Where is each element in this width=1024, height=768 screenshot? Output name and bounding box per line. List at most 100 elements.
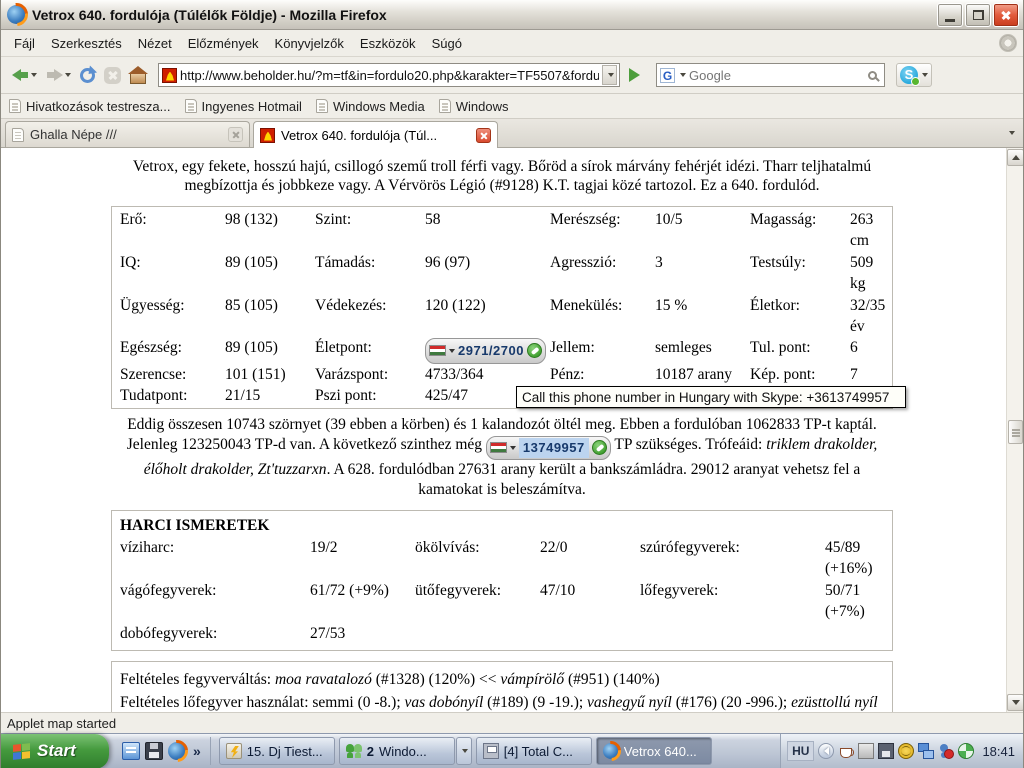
windows-taskbar: Start » 15. Dj Tiest... 2Windo... [4] To… xyxy=(1,733,1023,768)
stat-label: Merészség: xyxy=(550,209,655,252)
forward-button[interactable] xyxy=(43,60,74,90)
total-commander-launch-icon[interactable] xyxy=(145,742,163,760)
bookmark-page-icon xyxy=(9,99,21,113)
chevron-down-icon[interactable] xyxy=(449,349,455,353)
stat-value: 4733/364 xyxy=(425,364,550,385)
character-sheet: Vetrox, egy fekete, hosszú hajú, csillog… xyxy=(111,148,893,712)
tab-close-icon[interactable] xyxy=(476,128,491,143)
status-bar: Applet map started xyxy=(1,712,1023,733)
window-title: Vetrox 640. fordulója (Túlélők Földje) -… xyxy=(32,7,931,23)
stat-value: 98 (132) xyxy=(225,209,315,252)
bookmark-item-windows[interactable]: Windows xyxy=(439,99,509,114)
stat-label: Magasság: xyxy=(750,209,850,252)
bookmark-item-windows-media[interactable]: Windows Media xyxy=(316,99,425,114)
quick-launch-overflow-chevron[interactable]: » xyxy=(191,743,203,759)
tab-vetrox-fordulo[interactable]: Vetrox 640. fordulója (Túl... xyxy=(253,121,498,148)
update-tray-icon[interactable] xyxy=(958,743,974,759)
java-tray-icon[interactable] xyxy=(838,743,854,759)
stat-label: Támadás: xyxy=(315,252,425,295)
vertical-scrollbar[interactable] xyxy=(1006,148,1023,712)
minimize-button[interactable] xyxy=(937,3,963,27)
stat-value: 10/5 xyxy=(655,209,750,252)
chevron-down-icon[interactable] xyxy=(510,446,516,450)
bookmark-item-hivatkozasok[interactable]: Hivatkozások testresza... xyxy=(9,99,171,114)
hp-skype-widget[interactable]: 2971/2700 xyxy=(425,337,550,363)
window-tray-icon[interactable] xyxy=(858,743,874,759)
close-button[interactable] xyxy=(993,3,1019,27)
skype-call-icon[interactable] xyxy=(527,343,542,358)
skill-label: ökölvívás: xyxy=(415,537,540,580)
tab-list-dropdown-button[interactable] xyxy=(1003,125,1019,141)
tp-skype-widget[interactable]: 13749957 xyxy=(486,436,611,453)
tab-favicon xyxy=(260,128,275,143)
stat-value: 89 (105) xyxy=(225,252,315,295)
page-content: Vetrox, egy fekete, hosszú hajú, csillog… xyxy=(1,148,1023,712)
task-total-commander[interactable]: [4] Total C... xyxy=(476,737,592,765)
start-button[interactable]: Start xyxy=(1,734,109,768)
chevron-down-icon xyxy=(1009,131,1015,135)
character-intro-text: Vetrox, egy fekete, hosszú hajú, csillog… xyxy=(111,157,893,195)
search-bar[interactable]: G xyxy=(656,63,885,87)
skype-dropdown-icon[interactable] xyxy=(922,73,928,77)
scrollbar-thumb[interactable] xyxy=(1008,420,1023,444)
firefox-launch-icon[interactable] xyxy=(168,742,186,760)
skype-call-icon[interactable] xyxy=(592,440,607,455)
stat-value: 101 (151) xyxy=(225,364,315,385)
reload-button[interactable] xyxy=(77,60,98,90)
search-icon[interactable] xyxy=(868,71,877,80)
firefox-icon xyxy=(603,743,619,759)
stat-label: Pszi pont: xyxy=(315,385,425,406)
stat-label: Szint: xyxy=(315,209,425,252)
back-dropdown-icon[interactable] xyxy=(31,73,37,77)
language-indicator[interactable]: HU xyxy=(787,741,814,761)
url-history-dropdown-button[interactable] xyxy=(602,65,617,85)
skill-value: 50/71 (+7%) xyxy=(825,580,884,623)
stat-label: Egészség: xyxy=(120,337,225,363)
back-button[interactable] xyxy=(9,60,40,90)
globe-tray-icon[interactable] xyxy=(898,743,914,759)
forward-dropdown-icon[interactable] xyxy=(65,73,71,77)
menu-item-elozmenyek[interactable]: Előzmények xyxy=(181,33,266,54)
menu-item-fajl[interactable]: Fájl xyxy=(7,33,42,54)
scroll-up-button[interactable] xyxy=(1007,149,1023,166)
quick-launch-bar: » xyxy=(115,737,211,765)
task-firefox-vetrox[interactable]: Vetrox 640... xyxy=(596,737,712,765)
window-titlebar[interactable]: Vetrox 640. fordulója (Túlélők Földje) -… xyxy=(1,0,1023,30)
menu-item-konyvjelzok[interactable]: Könyvjelzők xyxy=(268,33,351,54)
tab-bar: Ghalla Népe /// Vetrox 640. fordulója (T… xyxy=(1,119,1023,148)
menu-item-eszkozok[interactable]: Eszközök xyxy=(353,33,423,54)
google-engine-icon[interactable]: G xyxy=(660,68,675,83)
task-winamp[interactable]: 15. Dj Tiest... xyxy=(219,737,335,765)
search-engine-dropdown-icon[interactable] xyxy=(680,73,686,77)
network-tray-icon[interactable] xyxy=(918,743,934,759)
task-buttons: 15. Dj Tiest... 2Windo... [4] Total C...… xyxy=(219,737,780,765)
go-button[interactable] xyxy=(623,63,645,87)
restore-button[interactable] xyxy=(965,3,991,27)
stat-value: 89 (105) xyxy=(225,337,315,363)
tab-ghalla-nepe[interactable]: Ghalla Népe /// xyxy=(5,121,250,147)
conditional-ranged-weapon-line: Feltételes lőfegyver használat: semmi (0… xyxy=(120,693,884,712)
disk-tray-icon[interactable] xyxy=(878,743,894,759)
menu-item-szerkesztes[interactable]: Szerkesztés xyxy=(44,33,129,54)
tab-close-icon[interactable] xyxy=(228,127,243,142)
scroll-down-button[interactable] xyxy=(1007,694,1023,711)
bookmark-item-hotmail[interactable]: Ingyenes Hotmail xyxy=(185,99,302,114)
stat-value: 21/15 xyxy=(225,385,315,406)
menu-item-nezet[interactable]: Nézet xyxy=(131,33,179,54)
search-input[interactable] xyxy=(689,68,865,83)
skype-toolbar-button[interactable]: S xyxy=(896,63,932,87)
stop-button[interactable] xyxy=(101,60,124,90)
task-group-dropdown-button[interactable] xyxy=(456,737,472,765)
url-input[interactable] xyxy=(180,68,599,83)
internet-shortcut-icon[interactable] xyxy=(122,742,140,760)
url-bar[interactable] xyxy=(158,63,620,87)
menu-item-sugo[interactable]: Súgó xyxy=(425,33,469,54)
system-tray: HU 18:41 xyxy=(780,734,1023,768)
skill-label: ütőfegyverek: xyxy=(415,580,540,623)
tray-collapse-button[interactable] xyxy=(818,743,834,759)
home-button[interactable] xyxy=(127,60,149,90)
conditional-settings-section: Feltételes fegyverváltás: moa ravatalozó… xyxy=(111,661,893,712)
messenger-busy-tray-icon[interactable] xyxy=(938,743,954,759)
conditional-weapon-switch-line: Feltételes fegyverváltás: moa ravatalozó… xyxy=(120,670,884,690)
task-messenger-group[interactable]: 2Windo... xyxy=(339,737,455,765)
